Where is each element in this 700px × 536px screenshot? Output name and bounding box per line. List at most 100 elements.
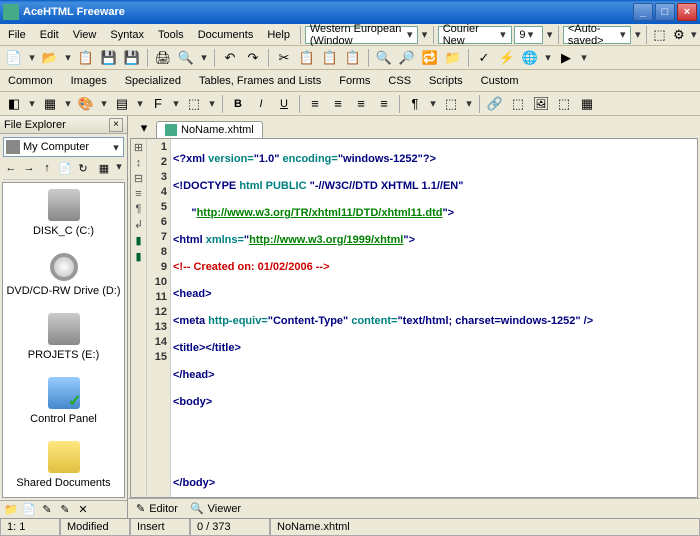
font-icon[interactable]: F bbox=[148, 94, 168, 114]
edit-icon[interactable]: ✎ bbox=[57, 502, 73, 518]
bold-icon[interactable]: B bbox=[228, 94, 248, 114]
dropdown-icon[interactable]: ▾ bbox=[545, 28, 554, 41]
open-icon[interactable]: 📂 bbox=[40, 48, 60, 68]
align-left-icon[interactable]: ≡ bbox=[305, 94, 325, 114]
drive-item[interactable]: DISK_C (C:) bbox=[3, 183, 124, 247]
tab-css[interactable]: CSS bbox=[384, 73, 415, 89]
tool-icon[interactable]: ⚙ bbox=[670, 25, 687, 45]
save-icon[interactable]: 💾 bbox=[99, 48, 119, 68]
ruler-icon[interactable]: ⊞ bbox=[134, 141, 143, 154]
tool-icon[interactable]: ▮ bbox=[135, 234, 141, 247]
back-icon[interactable]: ← bbox=[3, 160, 19, 176]
minimize-button[interactable]: _ bbox=[633, 3, 653, 21]
tool-icon[interactable]: 📁 bbox=[3, 502, 19, 518]
encoding-select[interactable]: Western European (Window▾ bbox=[305, 26, 418, 44]
document-tab[interactable]: NoName.xhtml bbox=[156, 121, 263, 138]
paragraph-icon[interactable]: ¶ bbox=[405, 94, 425, 114]
cut-icon[interactable]: ✂ bbox=[274, 48, 294, 68]
underline-icon[interactable]: U bbox=[274, 94, 294, 114]
folder-item[interactable]: Shared Documents bbox=[3, 435, 124, 498]
menu-edit[interactable]: Edit bbox=[34, 27, 65, 43]
tool-icon[interactable]: ⊟ bbox=[134, 172, 143, 185]
fwd-icon[interactable]: → bbox=[21, 160, 37, 176]
tool-icon[interactable]: ↕ bbox=[136, 157, 142, 169]
findnext-icon[interactable]: 🔎 bbox=[397, 48, 417, 68]
tool-icon[interactable]: ≡ bbox=[135, 188, 141, 200]
tool-icon[interactable]: ▦ bbox=[40, 94, 60, 114]
location-combo[interactable]: My Computer ▾ bbox=[3, 137, 124, 157]
italic-icon[interactable]: I bbox=[251, 94, 271, 114]
spellcheck-icon[interactable]: ✓ bbox=[474, 48, 494, 68]
tool-icon[interactable]: 📋 bbox=[343, 48, 363, 68]
tab-common[interactable]: Common bbox=[4, 73, 57, 89]
menu-file[interactable]: File bbox=[2, 27, 32, 43]
delete-icon[interactable]: ✕ bbox=[75, 502, 91, 518]
menu-documents[interactable]: Documents bbox=[192, 27, 260, 43]
find-icon[interactable]: 🔍 bbox=[374, 48, 394, 68]
tool-icon[interactable]: 📄 bbox=[21, 502, 37, 518]
new-icon[interactable]: 📄 bbox=[57, 160, 73, 176]
align-right-icon[interactable]: ≡ bbox=[351, 94, 371, 114]
up-icon[interactable]: ↑ bbox=[39, 160, 55, 176]
tab-specialized[interactable]: Specialized bbox=[121, 73, 185, 89]
tab-images[interactable]: Images bbox=[67, 73, 111, 89]
replace-icon[interactable]: 🔁 bbox=[420, 48, 440, 68]
dropdown-icon[interactable]: ▾ bbox=[633, 28, 642, 41]
print-icon[interactable]: 🖨 bbox=[153, 48, 173, 68]
tool-icon[interactable]: ⬚ bbox=[651, 25, 668, 45]
tab-forms[interactable]: Forms bbox=[335, 73, 374, 89]
view-icon[interactable]: ▦ bbox=[96, 160, 112, 176]
browser-icon[interactable]: 🌐 bbox=[520, 48, 540, 68]
paragraph-icon[interactable]: ¶ bbox=[136, 203, 142, 215]
tool-icon[interactable]: ↲ bbox=[134, 218, 143, 231]
paste-icon[interactable]: 📋 bbox=[320, 48, 340, 68]
tab-tables[interactable]: Tables, Frames and Lists bbox=[195, 73, 325, 89]
tab-scripts[interactable]: Scripts bbox=[425, 73, 467, 89]
drive-item[interactable]: PROJETS (E:) bbox=[3, 307, 124, 371]
tool-icon[interactable]: 🔗 bbox=[485, 94, 505, 114]
tool-icon[interactable]: 🖼 bbox=[531, 94, 551, 114]
menu-tools[interactable]: Tools bbox=[152, 27, 190, 43]
refresh-icon[interactable]: ↻ bbox=[75, 160, 91, 176]
tool-icon[interactable]: ⬚ bbox=[554, 94, 574, 114]
file-list[interactable]: DISK_C (C:) DVD/CD-RW Drive (D:) PROJETS… bbox=[2, 182, 125, 498]
control-panel-item[interactable]: Control Panel bbox=[3, 371, 124, 435]
tool-icon[interactable]: ⬚ bbox=[508, 94, 528, 114]
tool-icon[interactable]: ◧ bbox=[4, 94, 24, 114]
tool-icon[interactable]: ⚡ bbox=[497, 48, 517, 68]
tool-icon[interactable]: ▮ bbox=[135, 250, 141, 263]
autosave-select[interactable]: <Auto-saved>▾ bbox=[563, 26, 632, 44]
tool-icon[interactable]: ▶ bbox=[556, 48, 576, 68]
font-select[interactable]: Courier New▾ bbox=[438, 26, 513, 44]
tool-icon[interactable]: ▤ bbox=[112, 94, 132, 114]
project-icon[interactable]: 📋 bbox=[76, 48, 96, 68]
dropdown-icon[interactable]: ▾ bbox=[420, 28, 429, 41]
undo-icon[interactable]: ↶ bbox=[220, 48, 240, 68]
redo-icon[interactable]: ↷ bbox=[243, 48, 263, 68]
color-icon[interactable]: 🎨 bbox=[76, 94, 96, 114]
viewer-tab[interactable]: 🔍Viewer bbox=[190, 502, 241, 515]
new-icon[interactable]: 📄 bbox=[4, 48, 24, 68]
menu-syntax[interactable]: Syntax bbox=[104, 27, 150, 43]
close-panel-button[interactable]: × bbox=[109, 118, 123, 132]
tool-icon[interactable]: ▦ bbox=[577, 94, 597, 114]
tool-icon[interactable]: ⬚ bbox=[184, 94, 204, 114]
size-select[interactable]: 9▾ bbox=[514, 26, 543, 44]
saveall-icon[interactable]: 💾 bbox=[122, 48, 142, 68]
align-center-icon[interactable]: ≡ bbox=[328, 94, 348, 114]
editor-tab[interactable]: ✎Editor bbox=[136, 502, 178, 515]
menu-help[interactable]: Help bbox=[261, 27, 296, 43]
close-button[interactable]: × bbox=[677, 3, 697, 21]
edit-icon[interactable]: ✎ bbox=[39, 502, 55, 518]
align-justify-icon[interactable]: ≡ bbox=[374, 94, 394, 114]
preview-icon[interactable]: 🔍 bbox=[176, 48, 196, 68]
tool-icon[interactable]: ⬚ bbox=[441, 94, 461, 114]
dropdown-icon[interactable]: ▾ bbox=[689, 28, 698, 41]
copy-icon[interactable]: 📋 bbox=[297, 48, 317, 68]
drive-item[interactable]: DVD/CD-RW Drive (D:) bbox=[3, 247, 124, 307]
tab-menu-icon[interactable]: ▾ bbox=[134, 118, 154, 138]
tab-custom[interactable]: Custom bbox=[477, 73, 523, 89]
code-editor[interactable]: <?xml version="1.0" encoding="windows-12… bbox=[171, 139, 697, 497]
menu-view[interactable]: View bbox=[67, 27, 103, 43]
maximize-button[interactable]: □ bbox=[655, 3, 675, 21]
